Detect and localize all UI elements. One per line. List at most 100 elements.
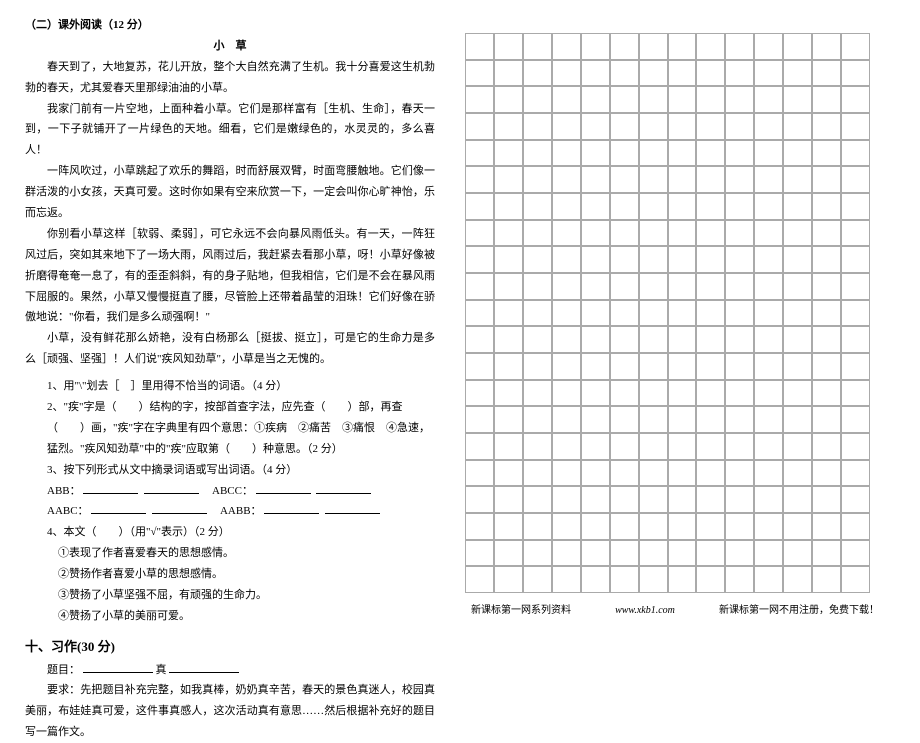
grid-cell[interactable]	[696, 166, 725, 193]
grid-cell[interactable]	[812, 486, 841, 513]
grid-cell[interactable]	[552, 113, 581, 140]
grid-cell[interactable]	[494, 406, 523, 433]
grid-cell[interactable]	[639, 566, 668, 593]
grid-cell[interactable]	[812, 193, 841, 220]
grid-cell[interactable]	[552, 540, 581, 567]
grid-cell[interactable]	[668, 300, 697, 327]
grid-cell[interactable]	[812, 433, 841, 460]
grid-cell[interactable]	[812, 353, 841, 380]
grid-cell[interactable]	[494, 326, 523, 353]
grid-cell[interactable]	[725, 220, 754, 247]
grid-cell[interactable]	[725, 380, 754, 407]
grid-cell[interactable]	[725, 460, 754, 487]
grid-cell[interactable]	[841, 326, 870, 353]
grid-cell[interactable]	[610, 380, 639, 407]
grid-cell[interactable]	[523, 380, 552, 407]
grid-cell[interactable]	[523, 540, 552, 567]
grid-cell[interactable]	[696, 433, 725, 460]
grid-cell[interactable]	[696, 60, 725, 87]
grid-cell[interactable]	[465, 140, 494, 167]
grid-cell[interactable]	[783, 540, 812, 567]
grid-cell[interactable]	[494, 60, 523, 87]
grid-cell[interactable]	[812, 86, 841, 113]
grid-cell[interactable]	[668, 140, 697, 167]
grid-cell[interactable]	[783, 60, 812, 87]
grid-cell[interactable]	[494, 380, 523, 407]
grid-cell[interactable]	[581, 33, 610, 60]
grid-cell[interactable]	[610, 540, 639, 567]
grid-cell[interactable]	[552, 60, 581, 87]
grid-cell[interactable]	[841, 513, 870, 540]
grid-cell[interactable]	[465, 433, 494, 460]
grid-cell[interactable]	[639, 406, 668, 433]
grid-cell[interactable]	[581, 406, 610, 433]
grid-cell[interactable]	[812, 140, 841, 167]
grid-cell[interactable]	[841, 486, 870, 513]
grid-cell[interactable]	[725, 86, 754, 113]
grid-cell[interactable]	[783, 273, 812, 300]
grid-cell[interactable]	[812, 300, 841, 327]
grid-cell[interactable]	[465, 246, 494, 273]
grid-cell[interactable]	[841, 460, 870, 487]
grid-cell[interactable]	[668, 513, 697, 540]
grid-cell[interactable]	[812, 513, 841, 540]
grid-cell[interactable]	[610, 246, 639, 273]
grid-cell[interactable]	[610, 406, 639, 433]
grid-cell[interactable]	[610, 486, 639, 513]
grid-cell[interactable]	[725, 433, 754, 460]
grid-cell[interactable]	[552, 433, 581, 460]
grid-cell[interactable]	[639, 220, 668, 247]
grid-cell[interactable]	[754, 566, 783, 593]
grid-cell[interactable]	[552, 246, 581, 273]
grid-cell[interactable]	[725, 140, 754, 167]
blank-field[interactable]	[325, 502, 380, 514]
grid-cell[interactable]	[696, 113, 725, 140]
grid-cell[interactable]	[610, 113, 639, 140]
grid-cell[interactable]	[581, 433, 610, 460]
grid-cell[interactable]	[696, 353, 725, 380]
grid-cell[interactable]	[610, 433, 639, 460]
grid-cell[interactable]	[812, 60, 841, 87]
grid-cell[interactable]	[639, 433, 668, 460]
grid-cell[interactable]	[668, 113, 697, 140]
blank-field[interactable]	[144, 482, 199, 494]
grid-cell[interactable]	[668, 433, 697, 460]
grid-cell[interactable]	[639, 193, 668, 220]
grid-cell[interactable]	[725, 540, 754, 567]
grid-cell[interactable]	[812, 166, 841, 193]
grid-cell[interactable]	[465, 406, 494, 433]
grid-cell[interactable]	[552, 33, 581, 60]
grid-cell[interactable]	[639, 140, 668, 167]
grid-cell[interactable]	[668, 460, 697, 487]
grid-cell[interactable]	[610, 220, 639, 247]
grid-cell[interactable]	[754, 486, 783, 513]
grid-cell[interactable]	[610, 193, 639, 220]
grid-cell[interactable]	[465, 326, 494, 353]
grid-cell[interactable]	[552, 380, 581, 407]
grid-cell[interactable]	[783, 193, 812, 220]
grid-cell[interactable]	[841, 113, 870, 140]
grid-cell[interactable]	[696, 460, 725, 487]
grid-cell[interactable]	[465, 113, 494, 140]
grid-cell[interactable]	[725, 60, 754, 87]
grid-cell[interactable]	[552, 300, 581, 327]
grid-cell[interactable]	[783, 486, 812, 513]
grid-cell[interactable]	[552, 460, 581, 487]
grid-cell[interactable]	[494, 113, 523, 140]
grid-cell[interactable]	[841, 273, 870, 300]
grid-cell[interactable]	[668, 273, 697, 300]
grid-cell[interactable]	[552, 353, 581, 380]
grid-cell[interactable]	[696, 220, 725, 247]
grid-cell[interactable]	[754, 460, 783, 487]
grid-cell[interactable]	[754, 140, 783, 167]
grid-cell[interactable]	[754, 60, 783, 87]
grid-cell[interactable]	[523, 86, 552, 113]
grid-cell[interactable]	[465, 220, 494, 247]
grid-cell[interactable]	[696, 33, 725, 60]
grid-cell[interactable]	[668, 540, 697, 567]
grid-cell[interactable]	[639, 273, 668, 300]
grid-cell[interactable]	[523, 300, 552, 327]
grid-cell[interactable]	[754, 166, 783, 193]
grid-cell[interactable]	[754, 193, 783, 220]
grid-cell[interactable]	[668, 166, 697, 193]
